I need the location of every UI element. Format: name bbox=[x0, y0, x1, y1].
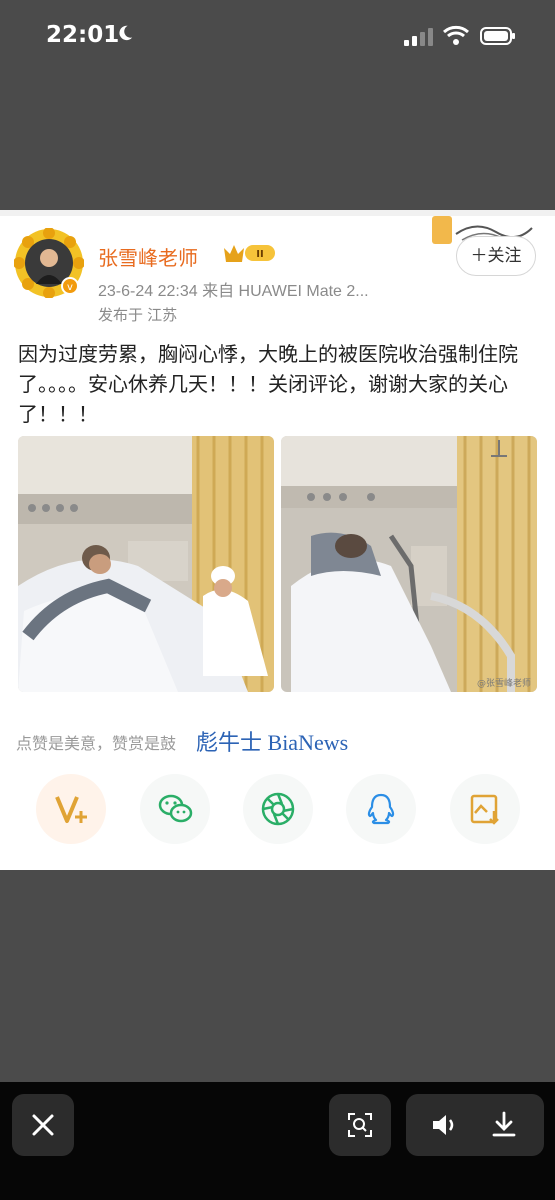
volume-icon[interactable] bbox=[430, 1112, 458, 1138]
share-qq-button[interactable] bbox=[346, 774, 416, 844]
share-wechat-button[interactable] bbox=[140, 774, 210, 844]
share-moments-button[interactable] bbox=[243, 774, 313, 844]
lens-search-icon bbox=[348, 1113, 372, 1137]
author-name[interactable]: 张雪峰老师 bbox=[98, 242, 198, 271]
share-v-plus-button[interactable] bbox=[36, 774, 106, 844]
vip-badge-icon: II bbox=[224, 245, 275, 262]
post-image-2[interactable]: @张雪峰老师 bbox=[281, 436, 537, 692]
qq-icon bbox=[367, 793, 395, 825]
close-icon bbox=[32, 1114, 54, 1136]
status-bar: 22:01 bbox=[0, 0, 555, 70]
download-icon[interactable] bbox=[490, 1110, 518, 1138]
image-search-button[interactable] bbox=[329, 1094, 391, 1156]
moon-icon bbox=[119, 25, 133, 41]
media-actions-group bbox=[406, 1094, 544, 1156]
photo-watermark: @张雪峰老师 bbox=[477, 677, 531, 689]
bianews-watermark-brand: BiaNews bbox=[267, 730, 349, 755]
wifi-icon bbox=[443, 25, 469, 45]
moments-icon bbox=[261, 792, 295, 826]
post-meta: 23-6-24 22:34 来自 HUAWEI Mate 2... bbox=[98, 283, 369, 300]
wechat-icon bbox=[158, 794, 193, 823]
share-save-image-button[interactable] bbox=[450, 774, 520, 844]
post-image-1[interactable] bbox=[18, 436, 274, 692]
reward-text: 点赞是美意，赞赏是鼓 bbox=[16, 736, 177, 753]
bianews-watermark: 彪牛士 BiaNews bbox=[196, 725, 348, 757]
signal-icon bbox=[404, 28, 433, 46]
save-image-icon bbox=[470, 794, 499, 825]
post-text: 因为过度劳累，胸闷心悸，大晚上的被医院收治强制住院了。。。。安心休养几天！！！关… bbox=[18, 344, 518, 426]
follow-button[interactable]: ＋关注 bbox=[456, 236, 536, 276]
post-location: 发布于 江苏 bbox=[98, 307, 178, 324]
v-plus-icon bbox=[55, 796, 87, 823]
status-time: 22:01 bbox=[46, 22, 120, 48]
svg-text:II: II bbox=[256, 249, 263, 260]
close-button[interactable] bbox=[12, 1094, 74, 1156]
avatar[interactable]: v bbox=[14, 228, 84, 298]
battery-icon bbox=[480, 27, 515, 45]
bianews-watermark-prefix: 彪牛士 bbox=[196, 730, 263, 755]
svg-text:v: v bbox=[67, 282, 73, 293]
